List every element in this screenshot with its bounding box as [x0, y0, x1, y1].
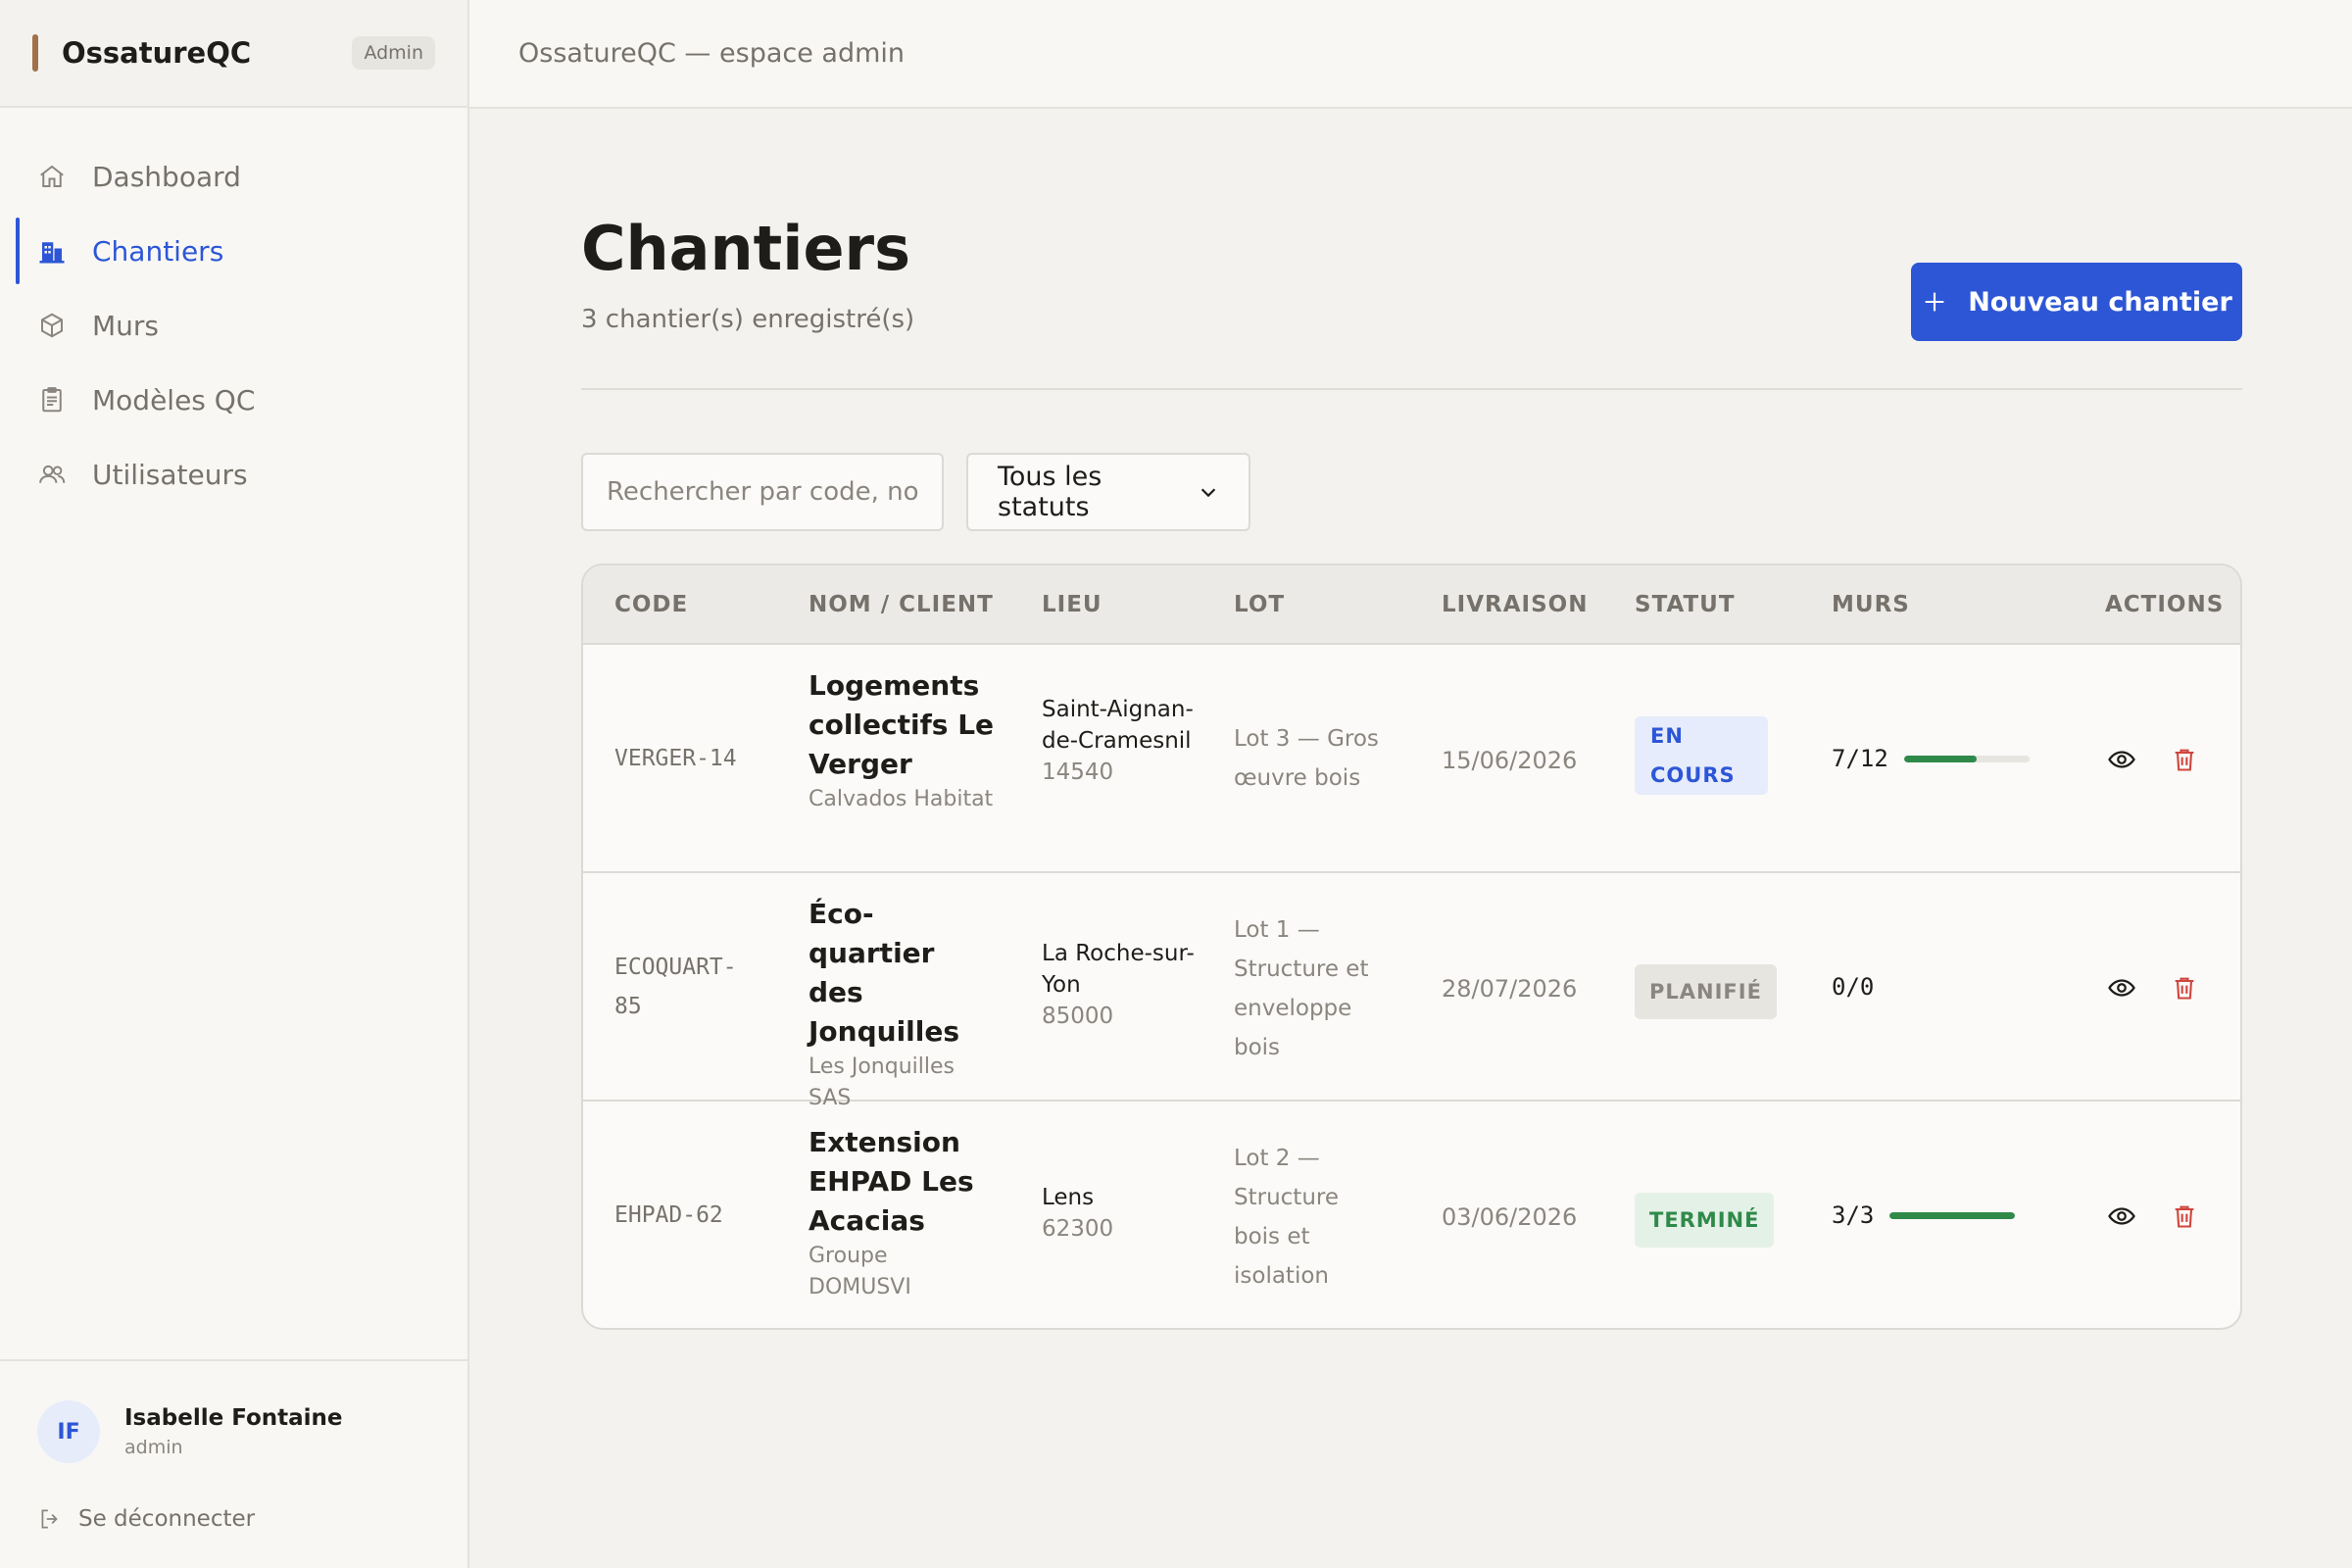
admin-badge: Admin: [352, 36, 435, 70]
table-row[interactable]: VERGER-14 Logements collectifs Le Verger…: [583, 645, 2240, 873]
murs-count: 3/3: [1832, 1201, 1875, 1229]
row-lot: Lot 3 — Gros œuvre bois: [1234, 726, 1379, 791]
home-icon: [37, 162, 67, 191]
column-header-murs: MURS: [1832, 592, 1910, 617]
page-title: Chantiers: [581, 213, 911, 284]
main-content: Chantiers 3 chantier(s) enregistré(s) No…: [581, 109, 2242, 1330]
sidebar-item-dashboard[interactable]: Dashboard: [16, 141, 452, 212]
new-chantier-label: Nouveau chantier: [1968, 286, 2232, 318]
user-role: admin: [124, 1437, 183, 1458]
row-delivery: 28/07/2026: [1442, 975, 1578, 1003]
table-row[interactable]: ECOQUART-85 Éco-quartier des Jonquilles …: [583, 873, 2240, 1110]
row-lot: Lot 2 — Structure bois et isolation: [1234, 1146, 1339, 1289]
column-header-lieu: LIEU: [1042, 592, 1102, 617]
row-postal: 14540: [1042, 760, 1114, 785]
column-header-statut: STATUT: [1635, 592, 1736, 617]
murs-progress-fill: [1903, 755, 1978, 762]
murs-count: 0/0: [1832, 973, 1875, 1001]
murs-progress-bar: [1903, 755, 2030, 762]
row-postal: 85000: [1042, 1004, 1114, 1029]
chevron-down-icon: [1198, 481, 1219, 503]
view-icon[interactable]: [2105, 1200, 2138, 1233]
sidebar-item-label: Dashboard: [92, 160, 241, 193]
building-icon: [37, 236, 67, 266]
sidebar: OssatureQC Admin Dashboard Chantiers Mur…: [0, 0, 469, 1568]
plus-icon: [1921, 288, 1948, 316]
murs-progress-bar: [1889, 1211, 2016, 1219]
filters-bar: Tous les statuts: [581, 390, 2242, 531]
cube-icon: [37, 311, 67, 340]
row-client: Groupe DOMUSVI: [808, 1244, 911, 1299]
sidebar-item-label: Modèles QC: [92, 383, 256, 416]
row-name: Extension EHPAD Les Acacias: [808, 1126, 974, 1237]
row-city: Saint-Aignan-de-Cramesnil: [1042, 697, 1194, 754]
sidebar-nav: Dashboard Chantiers Murs Modèles QC Util…: [0, 108, 467, 510]
column-header-nom-client: NOM / CLIENT: [808, 592, 994, 617]
sidebar-item-utilisateurs[interactable]: Utilisateurs: [16, 439, 452, 510]
column-header-lot: LOT: [1234, 592, 1286, 617]
sidebar-item-label: Chantiers: [92, 234, 224, 268]
delete-icon[interactable]: [2168, 971, 2201, 1004]
row-client: Calvados Habitat: [808, 787, 994, 811]
sidebar-item-label: Murs: [92, 309, 160, 342]
delete-icon[interactable]: [2168, 743, 2201, 776]
logout-icon: [37, 1506, 63, 1532]
status-select-value: Tous les statuts: [998, 462, 1102, 522]
logout-label: Se déconnecter: [78, 1506, 256, 1532]
brand-name[interactable]: OssatureQC: [62, 36, 251, 70]
view-icon[interactable]: [2105, 971, 2138, 1004]
column-header-actions: ACTIONS: [2105, 592, 2225, 617]
sidebar-footer: IF Isabelle Fontaine admin Se déconnecte…: [0, 1359, 467, 1568]
murs-count: 7/12: [1832, 745, 1888, 772]
murs-progress-fill: [1889, 1211, 2016, 1219]
table-header: CODE NOM / CLIENT LIEU LOT LIVRAISON STA…: [583, 565, 2240, 645]
user-profile: IF Isabelle Fontaine admin: [37, 1400, 430, 1463]
page-subtitle: 3 chantier(s) enregistré(s): [581, 305, 915, 334]
row-city: La Roche-sur-Yon: [1042, 941, 1195, 998]
status-badge: PLANIFIÉ: [1635, 964, 1777, 1019]
status-badge: TERMINÉ: [1635, 1193, 1775, 1248]
column-header-code: CODE: [614, 592, 689, 617]
row-postal: 62300: [1042, 1216, 1114, 1242]
row-name: Éco-quartier des Jonquilles: [808, 898, 960, 1048]
topbar-title: OssatureQC — espace admin: [518, 38, 906, 69]
users-icon: [37, 460, 67, 489]
chantiers-table: CODE NOM / CLIENT LIEU LOT LIVRAISON STA…: [581, 564, 2242, 1330]
avatar: IF: [37, 1400, 100, 1463]
brand-accent-bar: [32, 34, 38, 72]
user-name: Isabelle Fontaine: [124, 1405, 343, 1431]
sidebar-item-chantiers[interactable]: Chantiers: [16, 216, 452, 286]
logout-button[interactable]: Se déconnecter: [37, 1506, 430, 1532]
row-code: ECOQUART-85: [614, 955, 737, 1019]
row-delivery: 03/06/2026: [1442, 1203, 1578, 1231]
row-lot: Lot 1 — Structure et enveloppe bois: [1234, 917, 1369, 1060]
sidebar-item-label: Utilisateurs: [92, 458, 248, 491]
row-murs: 3/3: [1832, 1201, 2016, 1229]
row-delivery: 15/06/2026: [1442, 747, 1578, 774]
topbar: OssatureQC — espace admin: [469, 0, 2352, 109]
delete-icon[interactable]: [2168, 1200, 2201, 1233]
row-code: EHPAD-62: [614, 1202, 723, 1228]
sidebar-item-modeles-qc[interactable]: Modèles QC: [16, 365, 452, 435]
row-murs: 0/0: [1832, 973, 1874, 1001]
clipboard-icon: [37, 385, 67, 415]
row-city: Lens: [1042, 1185, 1095, 1210]
row-murs: 7/12: [1832, 745, 2030, 772]
brand-header: OssatureQC Admin: [0, 0, 467, 108]
row-name: Logements collectifs Le Verger: [808, 669, 995, 780]
row-code: VERGER-14: [614, 746, 737, 771]
table-row[interactable]: EHPAD-62 Extension EHPAD Les Acacias Gro…: [583, 1102, 2240, 1328]
view-icon[interactable]: [2105, 743, 2138, 776]
page-header: Chantiers 3 chantier(s) enregistré(s) No…: [581, 109, 2242, 390]
column-header-livraison: LIVRAISON: [1442, 592, 1589, 617]
status-select[interactable]: Tous les statuts: [966, 453, 1250, 531]
search-input[interactable]: [581, 453, 944, 531]
new-chantier-button[interactable]: Nouveau chantier: [1911, 263, 2242, 341]
sidebar-item-murs[interactable]: Murs: [16, 290, 452, 361]
status-badge: EN COURS: [1635, 716, 1768, 795]
